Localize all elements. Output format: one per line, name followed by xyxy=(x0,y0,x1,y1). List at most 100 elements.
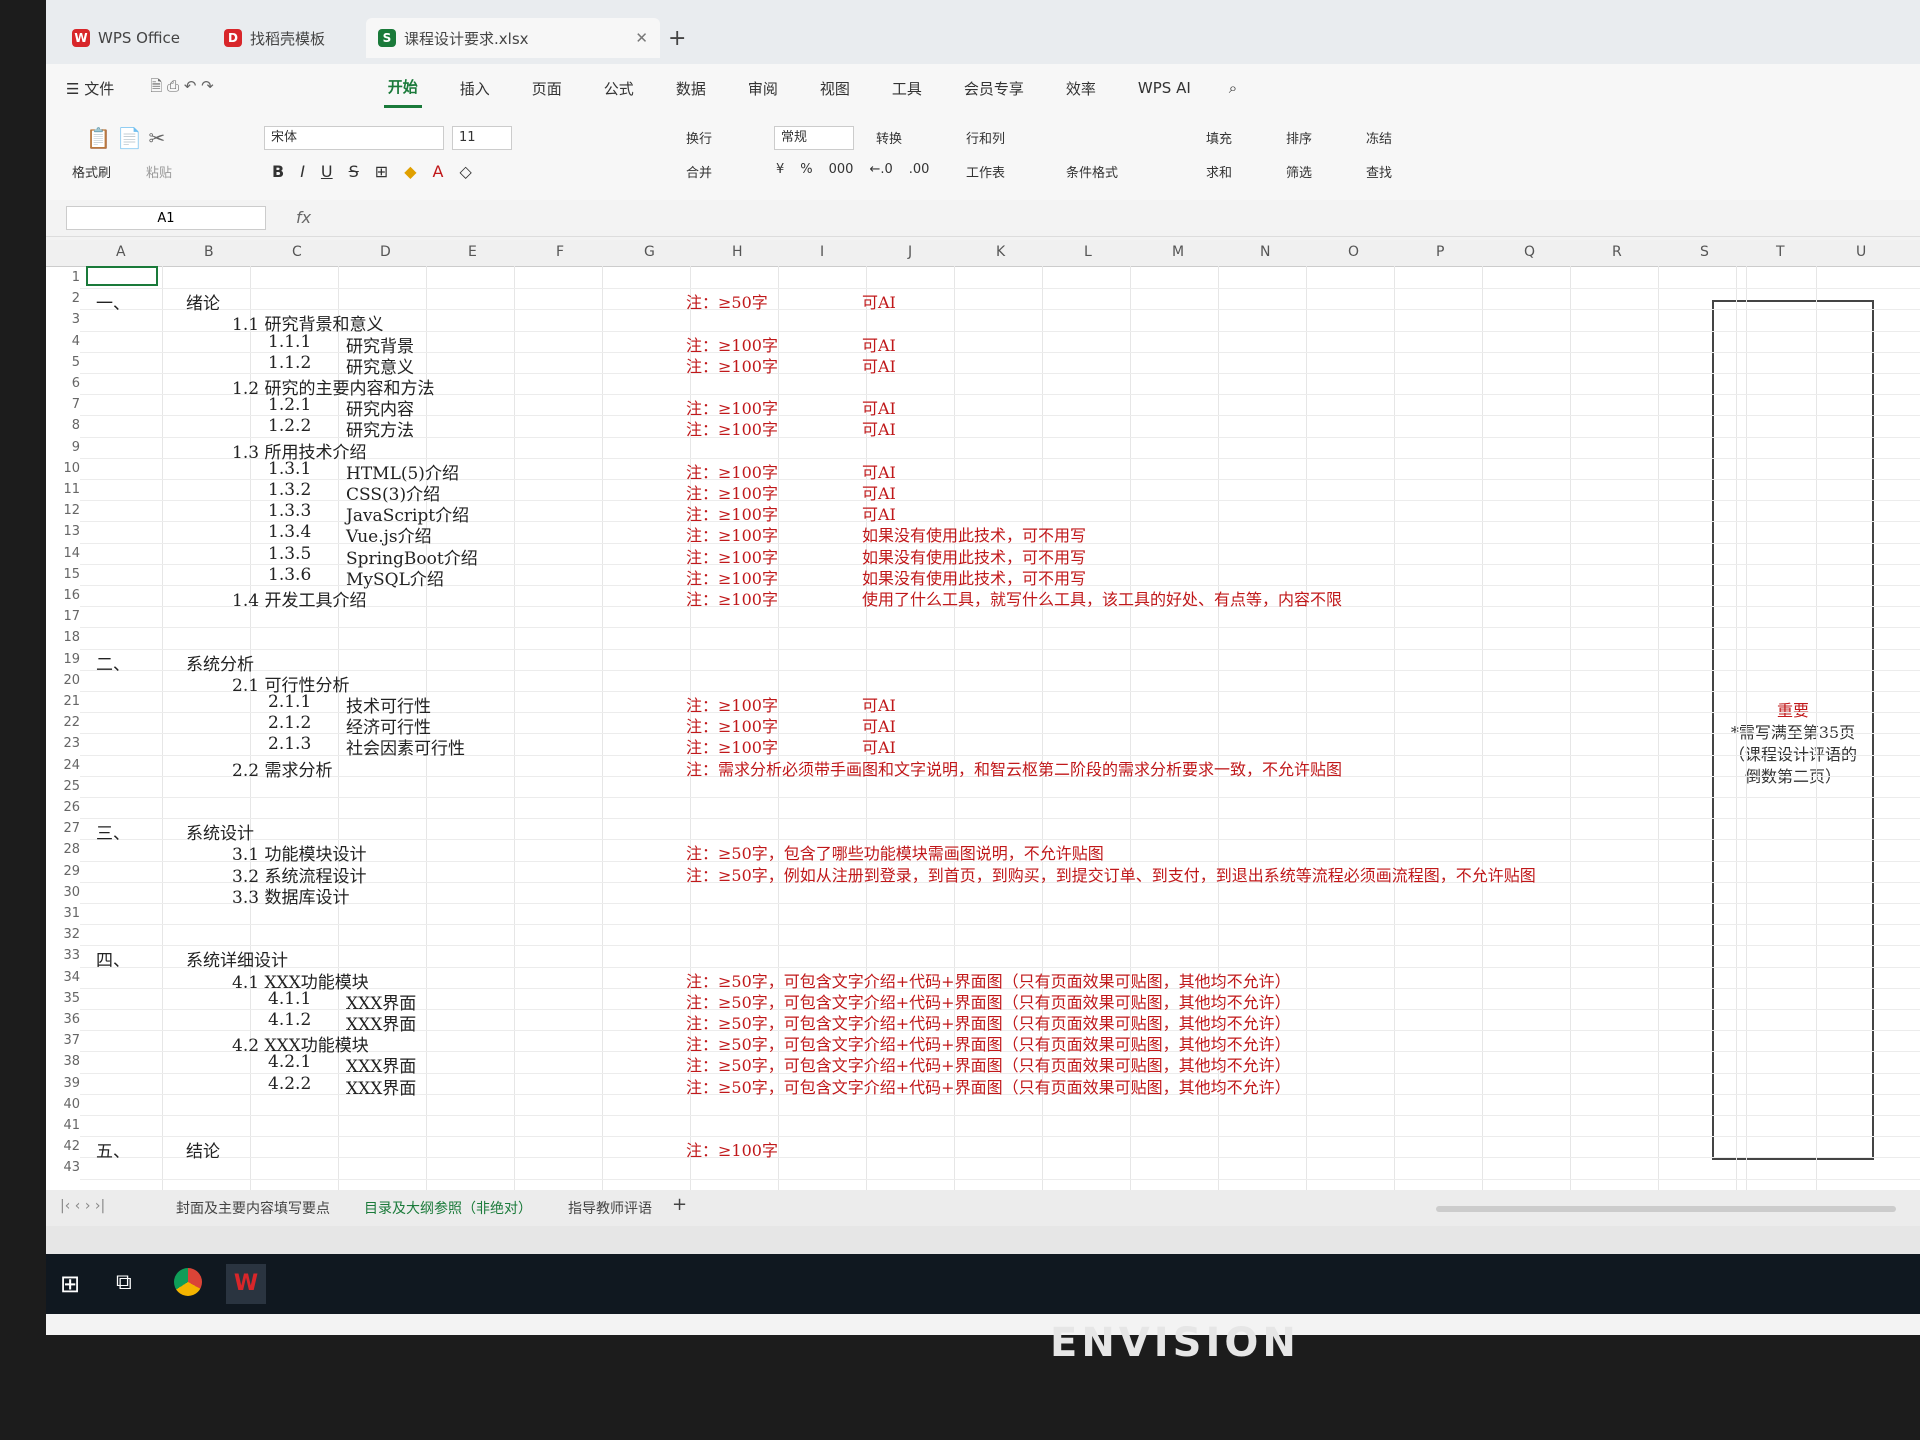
row-header[interactable]: 30 xyxy=(46,885,80,900)
row-header[interactable]: 15 xyxy=(46,567,80,582)
sum-button[interactable]: 求和 xyxy=(1206,162,1232,181)
row-header[interactable]: 33 xyxy=(46,948,80,963)
row-header[interactable]: 22 xyxy=(46,715,80,730)
section-title-cell[interactable]: 2.2 需求分析 xyxy=(232,756,332,781)
requirement-note-cell[interactable]: 注：≥100字 xyxy=(686,1137,778,1161)
menu-efficiency[interactable]: 效率 xyxy=(1062,70,1100,107)
subsection-number-cell[interactable]: 2.1.1 xyxy=(268,692,311,712)
row-header[interactable]: 11 xyxy=(46,482,80,497)
tab-templates[interactable]: D 找稻壳模板 xyxy=(212,18,337,58)
subsection-number-cell[interactable]: 1.3.6 xyxy=(268,565,311,585)
row-header[interactable]: 37 xyxy=(46,1033,80,1048)
column-header-Q[interactable]: Q xyxy=(1524,244,1535,260)
row-header[interactable]: 23 xyxy=(46,736,80,751)
row-header[interactable]: 39 xyxy=(46,1076,80,1091)
chapter-title-cell[interactable]: 结论 xyxy=(186,1137,220,1162)
column-header-O[interactable]: O xyxy=(1348,244,1359,260)
row-header[interactable]: 17 xyxy=(46,609,80,624)
row-header[interactable]: 36 xyxy=(46,1012,80,1027)
section-title-cell[interactable]: 3.3 数据库设计 xyxy=(232,883,349,908)
requirement-note-cell[interactable]: 注：需求分析必须带手画图和文字说明，和智云枢第二阶段的需求分析要求一致，不允许贴… xyxy=(686,756,1342,780)
requirement-note-cell[interactable]: 注：≥100字 xyxy=(686,586,778,610)
column-header-T[interactable]: T xyxy=(1776,244,1785,260)
column-header-R[interactable]: R xyxy=(1612,244,1622,260)
column-header-U[interactable]: U xyxy=(1856,244,1866,260)
row-header[interactable]: 1 xyxy=(46,270,80,285)
row-header[interactable]: 3 xyxy=(46,312,80,327)
subsection-number-cell[interactable]: 4.1.2 xyxy=(268,1010,311,1030)
row-header[interactable]: 34 xyxy=(46,970,80,985)
subsection-title-cell[interactable]: XXX界面 xyxy=(346,1074,416,1099)
subsection-number-cell[interactable]: 1.3.5 xyxy=(268,544,311,564)
row-header[interactable]: 35 xyxy=(46,991,80,1006)
row-header[interactable]: 40 xyxy=(46,1097,80,1112)
chapter-number-cell[interactable]: 四、 xyxy=(96,946,130,971)
tab-current-file[interactable]: S 课程设计要求.xlsx ✕ xyxy=(366,18,660,58)
tab-wps-office[interactable]: W WPS Office xyxy=(60,18,192,58)
row-header[interactable]: 29 xyxy=(46,864,80,879)
font-style-buttons[interactable]: B I U S ⊞ ◆ A ◇ xyxy=(272,162,472,181)
row-header[interactable]: 38 xyxy=(46,1054,80,1069)
row-header[interactable]: 2 xyxy=(46,291,80,306)
search-icon[interactable]: ⌕ xyxy=(1229,79,1237,97)
row-header[interactable]: 28 xyxy=(46,842,80,857)
row-header[interactable]: 21 xyxy=(46,694,80,709)
column-header-P[interactable]: P xyxy=(1436,244,1444,260)
horizontal-scrollbar[interactable] xyxy=(1436,1206,1896,1212)
ai-allowed-cell[interactable]: 使用了什么工具，就写什么工具，该工具的好处、有点等，内容不限 xyxy=(862,586,1342,610)
menu-insert[interactable]: 插入 xyxy=(456,70,494,107)
subsection-number-cell[interactable]: 1.3.1 xyxy=(268,459,311,479)
subsection-number-cell[interactable]: 1.3.4 xyxy=(268,522,311,542)
row-header[interactable]: 5 xyxy=(46,355,80,370)
font-select[interactable]: 宋体 xyxy=(264,126,444,150)
section-title-cell[interactable]: 1.4 开发工具介绍 xyxy=(232,586,366,611)
name-box[interactable]: A1 xyxy=(66,206,266,230)
menu-data[interactable]: 数据 xyxy=(672,70,710,107)
subsection-number-cell[interactable]: 1.2.2 xyxy=(268,416,311,436)
font-size-select[interactable]: 11 xyxy=(452,126,512,150)
ai-allowed-cell[interactable]: 可AI xyxy=(862,289,896,313)
chapter-number-cell[interactable]: 二、 xyxy=(96,650,130,675)
menu-review[interactable]: 审阅 xyxy=(744,70,782,107)
column-header-H[interactable]: H xyxy=(732,244,743,260)
freeze-button[interactable]: 冻结 xyxy=(1366,128,1392,147)
menu-page[interactable]: 页面 xyxy=(528,70,566,107)
chrome-icon[interactable] xyxy=(174,1268,202,1296)
requirement-note-cell[interactable]: 注：≥100字 xyxy=(686,353,778,377)
row-header[interactable]: 19 xyxy=(46,652,80,667)
row-header[interactable]: 14 xyxy=(46,546,80,561)
fx-icon[interactable]: fx xyxy=(296,208,311,227)
wrap-button[interactable]: 换行 xyxy=(686,128,712,147)
menu-member[interactable]: 会员专享 xyxy=(960,70,1028,107)
menu-wps-ai[interactable]: WPS AI xyxy=(1134,71,1195,105)
task-view-icon[interactable]: ⧉ xyxy=(116,1270,132,1295)
subsection-title-cell[interactable]: 社会因素可行性 xyxy=(346,734,465,759)
file-menu[interactable]: ☰ 文件 xyxy=(66,78,114,99)
spreadsheet-grid[interactable]: ABCDEFGHIJKLMNOPQRSTU 重要 *需写满至第35页 （课程设计… xyxy=(46,240,1920,1190)
subsection-number-cell[interactable]: 4.1.1 xyxy=(268,989,311,1009)
row-header[interactable]: 41 xyxy=(46,1118,80,1133)
format-painter-button[interactable]: 格式刷 xyxy=(72,162,111,181)
new-tab-button[interactable]: + xyxy=(656,18,698,58)
column-header-I[interactable]: I xyxy=(820,244,824,260)
subsection-number-cell[interactable]: 1.3.3 xyxy=(268,501,311,521)
column-header-A[interactable]: A xyxy=(116,244,126,260)
row-header[interactable]: 42 xyxy=(46,1139,80,1154)
ai-allowed-cell[interactable]: 可AI xyxy=(862,416,896,440)
row-header[interactable]: 20 xyxy=(46,673,80,688)
quick-access-icons[interactable]: 🗎 ⎙ ↶ ↷ xyxy=(150,76,214,101)
subsection-number-cell[interactable]: 1.1.2 xyxy=(268,353,311,373)
row-header[interactable]: 43 xyxy=(46,1160,80,1175)
row-header[interactable]: 32 xyxy=(46,927,80,942)
sheet-nav-icons[interactable]: |‹ ‹ › ›| xyxy=(60,1198,105,1214)
close-icon[interactable]: ✕ xyxy=(635,29,648,47)
column-header-J[interactable]: J xyxy=(908,244,912,260)
row-header[interactable]: 25 xyxy=(46,779,80,794)
rowcol-button[interactable]: 行和列 xyxy=(966,128,1005,147)
merge-button[interactable]: 合并 xyxy=(686,162,712,181)
row-header[interactable]: 24 xyxy=(46,758,80,773)
column-header-S[interactable]: S xyxy=(1700,244,1709,260)
menu-view[interactable]: 视图 xyxy=(816,70,854,107)
column-header-L[interactable]: L xyxy=(1084,244,1092,260)
subsection-number-cell[interactable]: 4.2.1 xyxy=(268,1052,311,1072)
